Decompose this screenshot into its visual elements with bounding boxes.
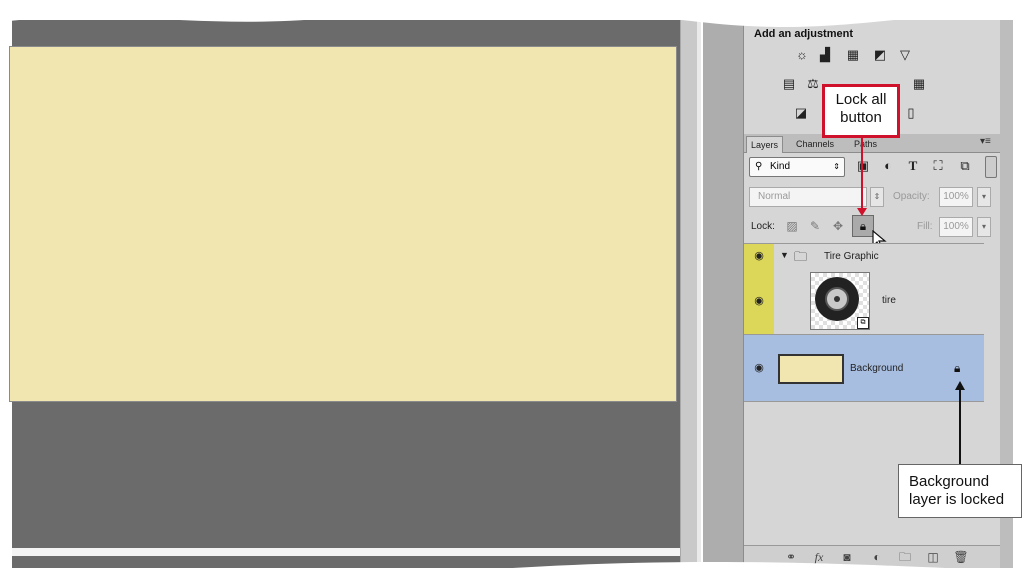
add-mask-icon[interactable]: ◙	[838, 549, 856, 565]
lock-all-button[interactable]: 🔒︎	[852, 215, 874, 237]
tab-paths[interactable]: Paths	[850, 136, 881, 152]
tab-layers[interactable]: Layers	[746, 136, 784, 153]
filter-shape-icon[interactable]: ⛶	[930, 158, 946, 174]
blend-mode-select[interactable]: Normal	[749, 187, 867, 207]
opacity-input[interactable]: 100%	[939, 187, 973, 207]
panel-menu-icon[interactable]: ▾≡	[980, 136, 991, 147]
filter-kind-select[interactable]: ⚲ Kind ⇕	[749, 157, 845, 177]
filter-kind-label: Kind	[770, 161, 791, 172]
layer-name: tire	[882, 295, 896, 306]
filter-smart-object-icon[interactable]: ⧉	[957, 158, 973, 174]
canvas-bottom-edge	[12, 548, 680, 556]
lock-label: Lock:	[751, 221, 775, 232]
tab-channels[interactable]: Channels	[792, 136, 838, 152]
layer-style-fx-icon[interactable]: fx	[810, 549, 828, 565]
search-icon: ⚲	[755, 161, 763, 172]
brightness-icon[interactable]: ☼	[795, 48, 809, 62]
scrollbar-track	[697, 20, 701, 568]
new-layer-icon[interactable]: ◫	[924, 549, 942, 565]
filter-type-icon[interactable]: T	[905, 158, 921, 174]
eye-icon[interactable]: ◉	[752, 294, 766, 307]
fill-input[interactable]: 100%	[939, 217, 973, 237]
blend-mode-chevron-icon[interactable]: ⇕	[870, 187, 884, 207]
lock-icon: 🔒︎	[859, 219, 867, 233]
filter-pixel-icon[interactable]: ▣	[855, 158, 871, 174]
fill-label: Fill:	[917, 221, 933, 232]
lock-image-brush-icon[interactable]: ✎	[807, 218, 823, 234]
fill-dropdown-icon[interactable]: ▾	[977, 217, 991, 237]
curves-icon[interactable]: ▦	[846, 48, 860, 62]
layer-lock-icon: 🔒︎	[954, 361, 961, 375]
color-lookup-icon[interactable]: ▦	[912, 77, 926, 91]
opacity-dropdown-icon[interactable]: ▾	[977, 187, 991, 207]
layer-thumbnail-tire: ⧉	[810, 272, 870, 330]
delete-layer-trash-icon[interactable]: 🗑︎	[952, 549, 970, 565]
callout-background-locked: Background layer is locked	[898, 464, 1022, 518]
smart-object-badge-icon: ⧉	[857, 317, 869, 329]
levels-icon[interactable]: ▟	[818, 48, 832, 62]
invert-icon[interactable]: ◪	[794, 106, 808, 120]
color-balance-icon[interactable]: ⚖	[806, 77, 820, 91]
filter-toggle[interactable]	[985, 156, 997, 178]
threshold-icon[interactable]: ▯	[904, 106, 918, 120]
visibility-cell[interactable]: ◉	[744, 335, 774, 401]
layers-footer: ⚭ fx ◙ ◐ 🗀︎ ◫ 🗑︎	[744, 545, 1000, 568]
exposure-icon[interactable]: ◩	[873, 48, 887, 62]
eye-icon[interactable]: ◉	[752, 361, 766, 374]
photoshop-window: Styles Add an adjustment ☼ ▟ ▦ ◩ ▽ ▤ ⚖ ▦…	[0, 0, 1024, 585]
link-layers-icon[interactable]: ⚭	[782, 549, 800, 565]
hue-saturation-icon[interactable]: ▤	[782, 77, 796, 91]
layer-row-group[interactable]: ◉ ▼ 🗀︎ Tire Graphic	[744, 243, 984, 269]
visibility-cell[interactable]: ◉	[744, 268, 774, 334]
layer-row-background[interactable]: ◉ Background 🔒︎	[744, 335, 984, 402]
adjustments-title: Add an adjustment	[754, 28, 854, 40]
tire-hub	[834, 296, 840, 302]
chevron-updown-icon: ⇕	[833, 162, 840, 171]
filter-adjustment-icon[interactable]: ◐	[880, 158, 896, 174]
layer-row-tire[interactable]: ◉ ⧉ tire	[744, 268, 984, 335]
lock-position-move-icon[interactable]: ✥	[830, 218, 846, 234]
document-canvas[interactable]	[10, 47, 676, 401]
eye-icon[interactable]: ◉	[752, 249, 766, 262]
visibility-cell[interactable]: ◉	[744, 244, 774, 268]
callout-lock-all: Lock all button	[822, 84, 900, 138]
tab-styles[interactable]: Styles	[823, 6, 867, 22]
opacity-label: Opacity:	[893, 191, 930, 202]
layer-name: Tire Graphic	[824, 251, 879, 262]
expand-arrow-icon[interactable]: ▼	[780, 250, 789, 260]
folder-icon: 🗀︎	[794, 249, 808, 264]
lock-transparent-icon[interactable]: ▨	[784, 218, 800, 234]
layer-thumbnail-background	[778, 354, 844, 384]
layer-name: Background	[850, 363, 904, 374]
new-group-folder-icon[interactable]: 🗀︎	[896, 549, 914, 565]
new-adjustment-layer-icon[interactable]: ◐	[868, 549, 886, 565]
vibrance-icon[interactable]: ▽	[898, 48, 912, 62]
